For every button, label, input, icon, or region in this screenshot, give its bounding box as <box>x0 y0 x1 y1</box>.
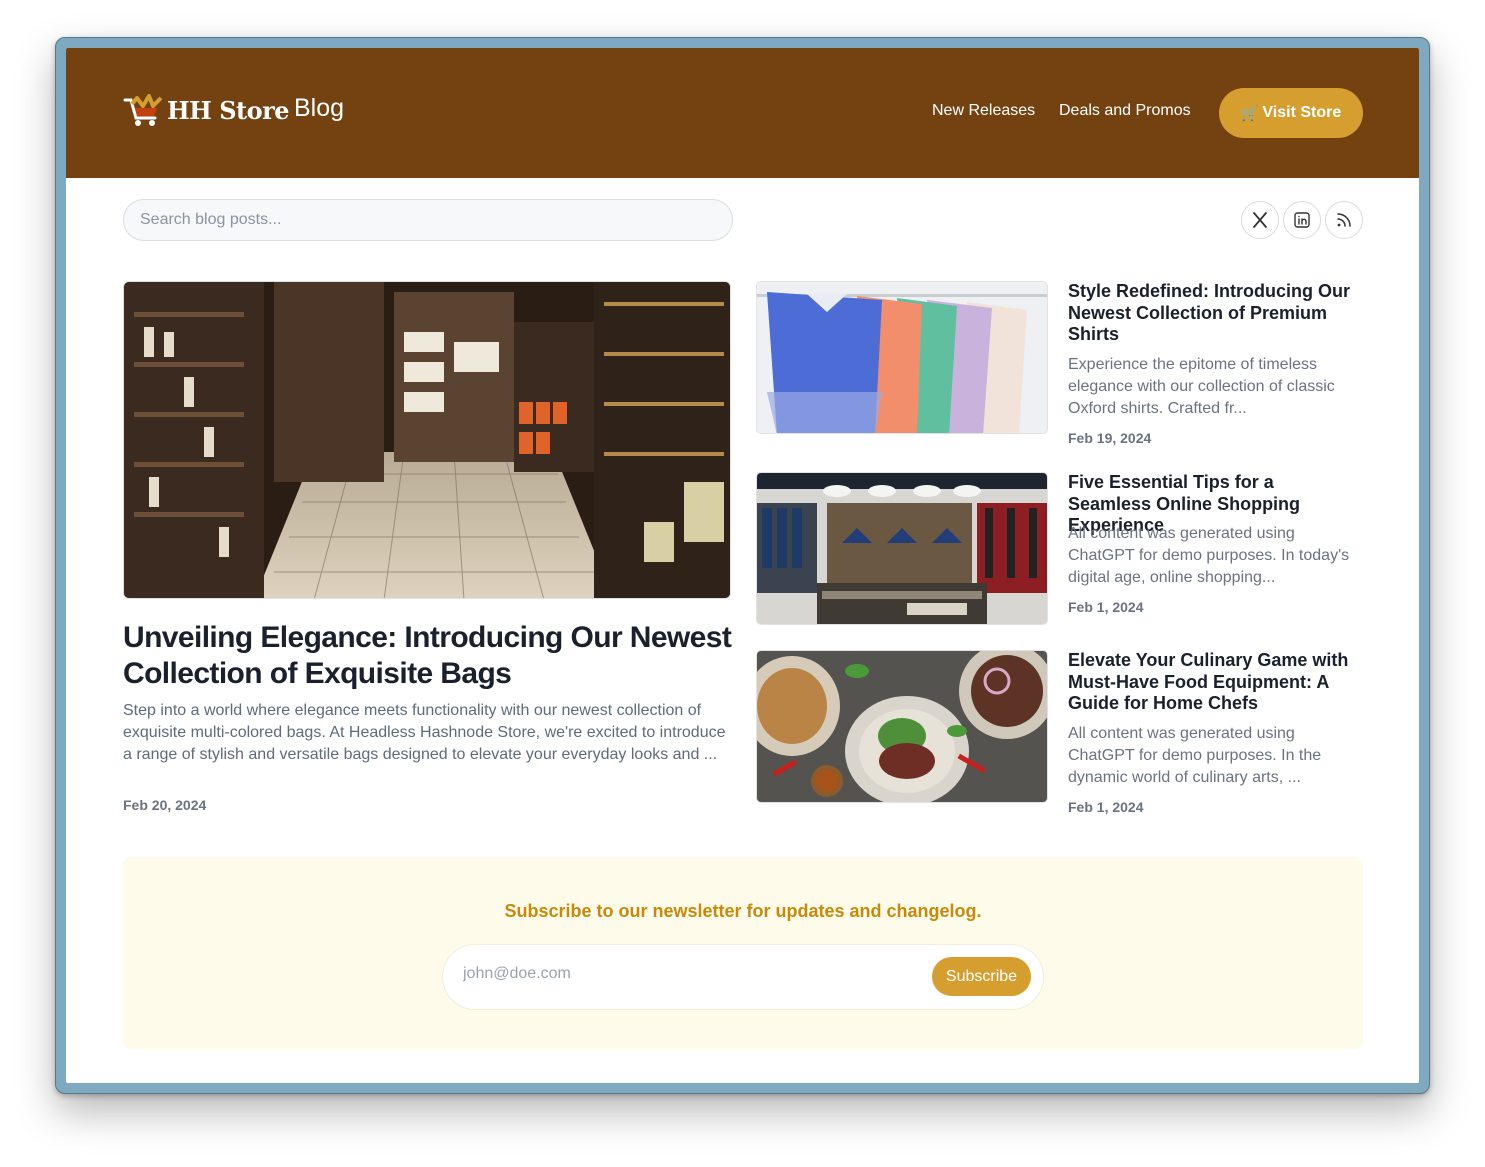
newsletter-email-input[interactable] <box>463 965 903 983</box>
screenshot-stage: HH Store Blog New Releases Deals and Pro… <box>0 0 1485 1167</box>
search-input[interactable] <box>140 211 700 229</box>
cart-icon: 🛒 <box>1240 105 1260 122</box>
blog-label[interactable]: Blog <box>294 94 344 123</box>
newsletter-heading: Subscribe to our newsletter for updates … <box>504 901 982 921</box>
post-excerpt: All content was generated using ChatGPT … <box>1068 725 1322 786</box>
post-title[interactable]: Style Redefined: Introducing Our Newest … <box>1068 281 1360 346</box>
featured-post-date: Feb 20, 2024 <box>123 797 207 813</box>
clothing-shop-photo <box>757 473 1047 624</box>
post-excerpt: All content was generated using ChatGPT … <box>1068 525 1350 586</box>
shirts-photo <box>757 282 1047 433</box>
store-interior-photo <box>124 282 730 598</box>
x-social-button[interactable] <box>1241 201 1279 239</box>
visit-store-label: Visit Store <box>1262 104 1342 121</box>
cart-logo-icon <box>123 94 163 126</box>
post-excerpt: Experience the epitome of timeless elega… <box>1068 356 1335 417</box>
featured-post-image[interactable] <box>123 281 731 599</box>
linkedin-social-button[interactable] <box>1283 201 1321 239</box>
browser-window: HH Store Blog New Releases Deals and Pro… <box>66 48 1419 1083</box>
x-icon <box>1253 212 1267 228</box>
nav-deals-and-promos[interactable]: Deals and Promos <box>1059 102 1191 120</box>
newsletter-form: Subscribe <box>443 945 1043 1009</box>
linkedin-icon <box>1294 212 1310 228</box>
post-image-food[interactable] <box>756 650 1048 803</box>
subscribe-button[interactable]: Subscribe <box>932 957 1031 996</box>
post-title[interactable]: Elevate Your Culinary Game with Must-Hav… <box>1068 650 1360 715</box>
post-date: Feb 1, 2024 <box>1068 799 1144 815</box>
post-image-shirts[interactable] <box>756 281 1048 434</box>
nav-new-releases[interactable]: New Releases <box>932 102 1035 120</box>
search-box[interactable] <box>123 199 733 241</box>
rss-icon <box>1337 213 1351 227</box>
newsletter-section: Subscribe to our newsletter for updates … <box>123 857 1363 1049</box>
site-header: HH Store Blog New Releases Deals and Pro… <box>66 48 1419 178</box>
post-image-shop[interactable] <box>756 472 1048 625</box>
featured-post-title[interactable]: Unveiling Elegance: Introducing Our Newe… <box>123 620 735 692</box>
rss-social-button[interactable] <box>1325 201 1363 239</box>
post-date: Feb 1, 2024 <box>1068 599 1144 615</box>
post-date: Feb 19, 2024 <box>1068 430 1152 446</box>
store-logo[interactable]: HH Store <box>123 92 290 128</box>
featured-post-excerpt: Step into a world where elegance meets f… <box>123 702 726 763</box>
food-photo <box>757 651 1047 802</box>
visit-store-button[interactable]: 🛒 Visit Store <box>1219 88 1363 138</box>
logo-text: HH Store <box>167 95 290 125</box>
